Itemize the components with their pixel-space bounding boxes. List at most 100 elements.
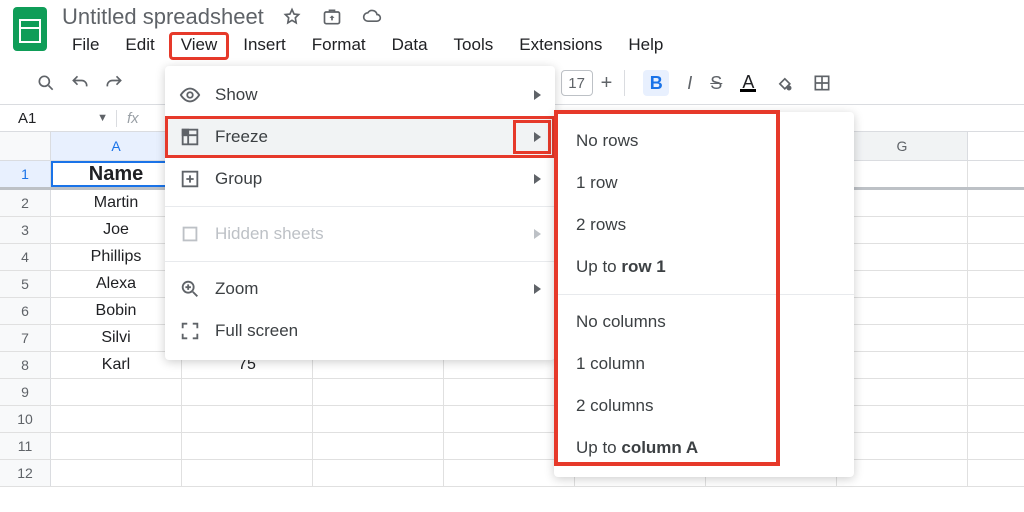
freeze-1-row[interactable]: 1 row (554, 162, 854, 204)
menu-tools[interactable]: Tools (442, 32, 506, 60)
menu-label: Show (215, 85, 258, 105)
cell[interactable] (51, 460, 182, 486)
cell[interactable] (837, 190, 968, 216)
text-color-button[interactable]: A (740, 75, 756, 92)
cell[interactable] (837, 161, 968, 187)
cell[interactable] (837, 406, 968, 432)
cell[interactable] (182, 406, 313, 432)
cell[interactable]: Phillips (51, 244, 182, 270)
fx-label: fx (117, 110, 149, 127)
cell[interactable] (837, 460, 968, 486)
menu-insert[interactable]: Insert (231, 32, 298, 60)
freeze-upto-column[interactable]: Up to column A (554, 427, 854, 469)
row-header[interactable]: 5 (0, 271, 51, 297)
redo-icon[interactable] (104, 73, 124, 93)
menu-help[interactable]: Help (616, 32, 675, 60)
freeze-no-columns[interactable]: No columns (554, 301, 854, 343)
cell[interactable] (313, 406, 444, 432)
full-screen-icon (179, 320, 201, 342)
cell[interactable] (182, 433, 313, 459)
select-all-corner[interactable] (0, 132, 51, 160)
view-hidden-sheets: Hidden sheets (165, 213, 555, 255)
freeze-upto-row[interactable]: Up to row 1 (554, 246, 854, 288)
cell[interactable]: Martin (51, 190, 182, 216)
italic-button[interactable]: I (687, 73, 692, 94)
cell[interactable] (182, 379, 313, 405)
zoom-icon (179, 278, 201, 300)
menu-file[interactable]: File (60, 32, 111, 60)
menu-view[interactable]: View (169, 32, 230, 60)
col-header-A[interactable]: A (51, 132, 182, 160)
menu-edit[interactable]: Edit (113, 32, 166, 60)
freeze-2-rows[interactable]: 2 rows (554, 204, 854, 246)
strikethrough-button[interactable]: S (710, 73, 722, 94)
cell[interactable] (313, 379, 444, 405)
cell[interactable] (51, 379, 182, 405)
row-header[interactable]: 1 (0, 161, 51, 187)
freeze-2-columns[interactable]: 2 columns (554, 385, 854, 427)
cell[interactable] (51, 433, 182, 459)
row-header[interactable]: 11 (0, 433, 51, 459)
menu-format[interactable]: Format (300, 32, 378, 60)
name-box[interactable]: A1 ▼ (0, 110, 117, 127)
menu-extensions[interactable]: Extensions (507, 32, 614, 60)
cell[interactable] (837, 217, 968, 243)
submenu-arrow-icon (534, 90, 541, 100)
view-group[interactable]: Group (165, 158, 555, 200)
cell[interactable] (51, 406, 182, 432)
cell[interactable] (313, 433, 444, 459)
view-zoom[interactable]: Zoom (165, 268, 555, 310)
cell[interactable]: Name (51, 161, 182, 187)
cell[interactable]: Joe (51, 217, 182, 243)
cloud-status-icon[interactable] (362, 7, 382, 27)
view-freeze[interactable]: Freeze (165, 116, 555, 158)
view-show[interactable]: Show (165, 74, 555, 116)
view-menu: Show Freeze Group Hidden sheets Zoom (165, 66, 555, 360)
font-size-input[interactable]: 17 (561, 70, 593, 96)
search-icon[interactable] (36, 73, 56, 93)
doc-title[interactable]: Untitled spreadsheet (60, 4, 264, 30)
row-header[interactable]: 9 (0, 379, 51, 405)
cell[interactable]: Alexa (51, 271, 182, 297)
row-header[interactable]: 2 (0, 190, 51, 216)
star-icon[interactable] (282, 7, 302, 27)
cell[interactable] (837, 352, 968, 378)
freeze-1-column[interactable]: 1 column (554, 343, 854, 385)
row-header[interactable]: 10 (0, 406, 51, 432)
col-header-G[interactable]: G (837, 132, 968, 160)
cell[interactable] (837, 379, 968, 405)
cell[interactable]: Silvi (51, 325, 182, 351)
view-full-screen[interactable]: Full screen (165, 310, 555, 352)
freeze-submenu: No rows 1 row 2 rows Up to row 1 No colu… (554, 112, 854, 477)
submenu-arrow-icon (534, 229, 541, 239)
row-header[interactable]: 8 (0, 352, 51, 378)
menu-bar: File Edit View Insert Format Data Tools … (60, 30, 675, 64)
hidden-sheets-icon (179, 223, 201, 245)
row-header[interactable]: 6 (0, 298, 51, 324)
cell[interactable] (837, 271, 968, 297)
cell[interactable]: Bobin (51, 298, 182, 324)
row-header[interactable]: 12 (0, 460, 51, 486)
undo-icon[interactable] (70, 73, 90, 93)
font-size-increase[interactable]: + (601, 72, 613, 95)
bold-button[interactable]: B (643, 70, 669, 96)
cell[interactable] (313, 460, 444, 486)
cell[interactable] (837, 244, 968, 270)
cell[interactable] (837, 433, 968, 459)
freeze-icon (179, 126, 201, 148)
move-icon[interactable] (322, 7, 342, 27)
row-header[interactable]: 3 (0, 217, 51, 243)
group-icon (179, 168, 201, 190)
row-header[interactable]: 4 (0, 244, 51, 270)
cell[interactable]: Karl (51, 352, 182, 378)
fill-color-icon[interactable] (774, 73, 794, 93)
cell[interactable] (837, 325, 968, 351)
row-header[interactable]: 7 (0, 325, 51, 351)
borders-icon[interactable] (812, 73, 832, 93)
freeze-no-rows[interactable]: No rows (554, 120, 854, 162)
cell[interactable] (182, 460, 313, 486)
annotation-box (513, 120, 551, 154)
menu-data[interactable]: Data (380, 32, 440, 60)
sheets-app-icon[interactable] (10, 4, 50, 54)
cell[interactable] (837, 298, 968, 324)
